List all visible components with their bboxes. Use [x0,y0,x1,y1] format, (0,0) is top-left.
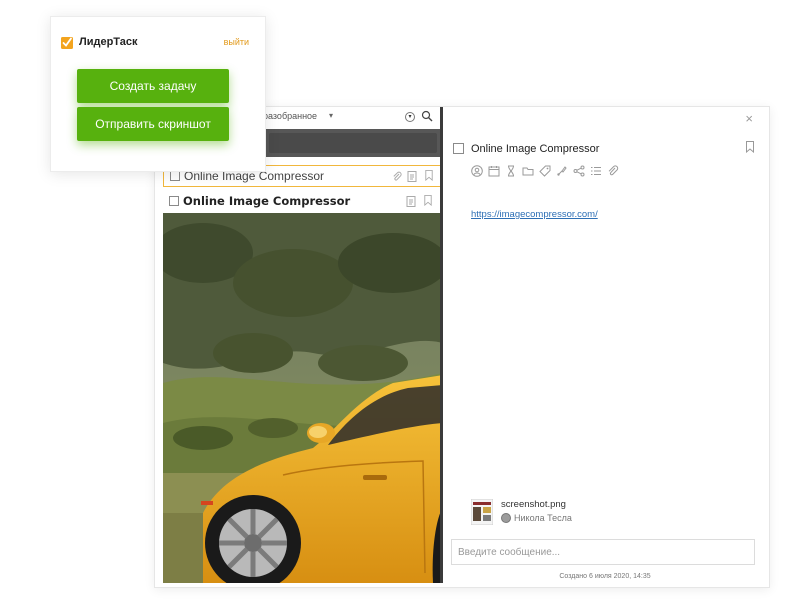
logout-link[interactable]: выйти [224,37,249,47]
task-checkbox[interactable] [170,171,180,181]
task-detail-pane: Online Image Compressor https://imagecom… [447,107,763,585]
quick-add-field[interactable] [269,133,437,153]
attachment-author: Никола Тесла [514,513,572,523]
checklist-icon[interactable] [590,165,602,177]
app-name: ЛидерТаск [79,36,138,48]
send-screenshot-button[interactable]: Отправить скриншот [77,107,229,141]
chevron-down-icon[interactable]: ▾ [329,111,333,120]
extension-popup: ЛидерТаск выйти Создать задачу Отправить… [50,16,266,172]
share-icon[interactable] [573,165,585,177]
search-icon[interactable] [421,110,433,122]
user-icon[interactable] [471,165,483,177]
attachment-item[interactable]: screenshot.png Никола Тесла [471,499,671,527]
task-link[interactable]: https://imagecompressor.com/ [471,209,598,220]
tag-icon[interactable] [539,165,551,177]
leadertask-logo-icon [61,37,73,49]
task-toolbar [471,165,619,179]
message-input[interactable] [451,539,755,565]
attach-icon[interactable] [607,165,619,177]
note-icon [406,196,416,207]
task-title: Online Image Compressor [183,194,351,208]
note-icon [407,171,417,182]
filter-label[interactable]: разобранное [263,111,317,121]
bookmark-icon[interactable] [745,141,755,153]
avatar [501,513,511,523]
bookmark-icon[interactable] [423,195,433,206]
task-checkbox[interactable] [169,196,179,206]
bookmark-icon[interactable] [424,170,434,181]
attachment-thumbnail [471,499,493,525]
task-complete-checkbox[interactable] [453,143,464,154]
task-detail-title[interactable]: Online Image Compressor [471,143,599,155]
calendar-icon[interactable] [488,165,500,177]
create-task-button[interactable]: Создать задачу [77,69,229,103]
hourglass-icon[interactable] [505,165,517,177]
filter-dropdown-icon[interactable]: ▾ [405,112,415,122]
created-timestamp: Создано 6 июля 2020, 14:35 [559,573,651,580]
task-list-pane: разобранное ▾ ▾ Online Image Compressor [163,107,443,583]
folder-icon[interactable] [522,165,534,177]
attachment-file-name: screenshot.png [501,499,566,510]
attach-icon [393,171,402,181]
screenshot-preview-image [163,213,440,583]
color-icon[interactable] [556,165,568,177]
task-row[interactable]: Online Image Compressor [163,189,440,213]
popup-header: ЛидерТаск выйти [61,35,249,51]
main-window: × разобранное ▾ ▾ Online Image Compresso… [154,106,770,588]
